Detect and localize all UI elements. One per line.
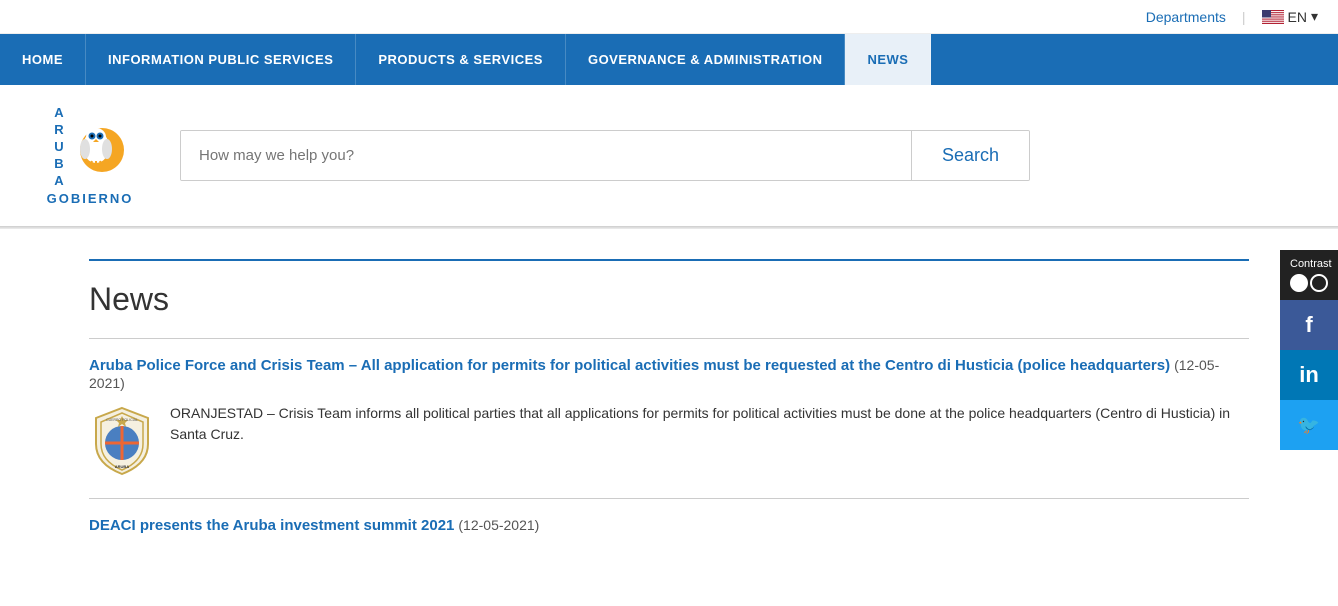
nav-item-products[interactable]: PRODUCTS & SERVICES [356, 34, 566, 85]
facebook-icon: f [1305, 312, 1312, 338]
logo-sun-owl-icon [68, 115, 126, 180]
main-nav: HOME INFORMATION PUBLIC SERVICES PRODUCT… [0, 34, 1338, 85]
logo-letter-r: R [54, 122, 63, 139]
contrast-icon [1290, 274, 1328, 292]
svg-text:CUERPO POLICIAL: CUERPO POLICIAL [106, 418, 138, 422]
logo-graphic: A R U B A [54, 105, 125, 189]
logo-gobierno-label: GOBIERNO [47, 191, 134, 206]
news-item-1-title[interactable]: Aruba Police Force and Crisis Team – All… [89, 357, 1170, 374]
nav-item-home[interactable]: HOME [0, 34, 86, 85]
contrast-button[interactable]: Contrast [1280, 250, 1338, 300]
top-bar: Departments | EN ▾ [0, 0, 1338, 34]
twitter-button[interactable]: 🐦 [1280, 400, 1338, 450]
logo-area: A R U B A [30, 105, 150, 206]
content-top-line [89, 259, 1249, 261]
nav-item-information[interactable]: INFORMATION PUBLIC SERVICES [86, 34, 356, 85]
contrast-label: Contrast [1290, 258, 1328, 270]
svg-text:ARUBA: ARUBA [114, 464, 129, 469]
facebook-button[interactable]: f [1280, 300, 1338, 350]
logo-letter-a: A [54, 105, 63, 122]
list-item: Aruba Police Force and Crisis Team – All… [89, 357, 1249, 478]
nav-item-news[interactable]: NEWS [845, 34, 931, 85]
search-button[interactable]: Search [911, 131, 1029, 180]
flag-icon [1262, 10, 1284, 24]
police-badge-icon: ARUBA CUERPO POLICIAL [89, 403, 154, 478]
lang-chevron-icon: ▾ [1311, 8, 1318, 25]
logo-text-vertical: A R U B A [54, 105, 63, 189]
language-selector[interactable]: EN ▾ [1262, 8, 1318, 25]
lang-label: EN [1288, 9, 1307, 25]
top-bar-divider: | [1242, 9, 1246, 25]
linkedin-icon: in [1299, 362, 1319, 388]
logo-letter-b: B [54, 156, 63, 173]
main-content: News Aruba Police Force and Crisis Team … [59, 229, 1279, 585]
news-item-2-date: (12-05-2021) [458, 517, 539, 533]
departments-link[interactable]: Departments [1146, 9, 1226, 25]
search-bar: Search [180, 130, 1030, 181]
news-item-1-text: ORANJESTAD – Crisis Team informs all pol… [170, 403, 1249, 445]
logo-letter-u: U [54, 139, 63, 156]
circle-dark-icon [1310, 274, 1328, 292]
news-item-2-title[interactable]: DEACI presents the Aruba investment summ… [89, 517, 454, 534]
news-divider-1 [89, 338, 1249, 339]
news-divider-2 [89, 498, 1249, 499]
circle-white-icon [1290, 274, 1308, 292]
search-input[interactable] [181, 131, 911, 180]
header: A R U B A [0, 85, 1338, 226]
list-item: DEACI presents the Aruba investment summ… [89, 517, 1249, 535]
twitter-icon: 🐦 [1298, 415, 1320, 436]
side-buttons: Contrast f in 🐦 [1280, 250, 1338, 450]
logo-letter-a2: A [54, 173, 63, 190]
contrast-circles [1290, 274, 1328, 292]
linkedin-button[interactable]: in [1280, 350, 1338, 400]
police-badge-svg: ARUBA CUERPO POLICIAL [92, 406, 152, 476]
news-item-2-header: DEACI presents the Aruba investment summ… [89, 517, 1249, 535]
news-page-title: News [89, 281, 1249, 318]
news-item-1-header: Aruba Police Force and Crisis Team – All… [89, 357, 1249, 393]
news-item-1-body: ARUBA CUERPO POLICIAL ORANJESTAD – Crisi… [89, 403, 1249, 478]
nav-item-governance[interactable]: GOVERNANCE & ADMINISTRATION [566, 34, 846, 85]
